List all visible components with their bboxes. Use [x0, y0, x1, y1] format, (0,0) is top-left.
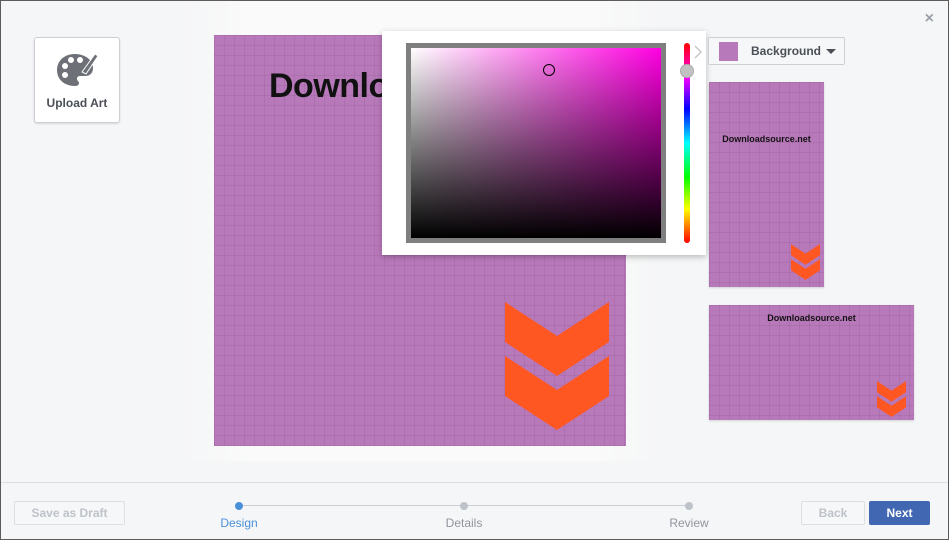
next-button[interactable]: Next [869, 501, 930, 525]
saturation-gradient [411, 48, 661, 238]
step-dot-review[interactable] [685, 502, 693, 510]
upload-art-button[interactable]: Upload Art [34, 37, 120, 123]
step-dot-design[interactable] [235, 502, 243, 510]
saturation-value-area[interactable] [406, 43, 666, 243]
preview-vertical[interactable]: Downloadsource.net [709, 82, 824, 287]
preview-horizontal-title: Downloadsource.net [767, 313, 856, 323]
preview-horizontal[interactable]: Downloadsource.net [709, 305, 914, 420]
preview-vertical-title: Downloadsource.net [722, 134, 811, 144]
chevron-down-icon [791, 244, 820, 280]
hue-slider-handle[interactable] [680, 64, 694, 78]
upload-art-label: Upload Art [46, 96, 108, 110]
chevron-down-icon [877, 381, 906, 417]
step-label-details[interactable]: Details [424, 516, 504, 530]
chevron-right-icon [694, 45, 703, 59]
palette-icon [57, 53, 99, 86]
back-button[interactable]: Back [801, 501, 865, 525]
background-dropdown[interactable]: Background [708, 37, 845, 65]
step-label-review[interactable]: Review [649, 516, 729, 530]
caret-down-icon [826, 49, 836, 54]
color-picker-popover [382, 31, 706, 255]
save-draft-button[interactable]: Save as Draft [14, 501, 125, 525]
chevron-down-icon[interactable] [505, 302, 609, 430]
dialog-frame: × Upload Art Downlo Background Downloads… [0, 0, 949, 540]
background-color-swatch [719, 42, 738, 61]
step-label-design[interactable]: Design [199, 516, 279, 530]
close-icon[interactable]: × [925, 11, 934, 27]
step-dot-details[interactable] [460, 502, 468, 510]
color-selector-handle[interactable] [543, 64, 555, 76]
background-dropdown-label: Background [751, 44, 822, 58]
canvas-title-text[interactable]: Downlo [269, 67, 389, 106]
footer-bar: Save as Draft Design Details Review Back… [1, 482, 948, 539]
